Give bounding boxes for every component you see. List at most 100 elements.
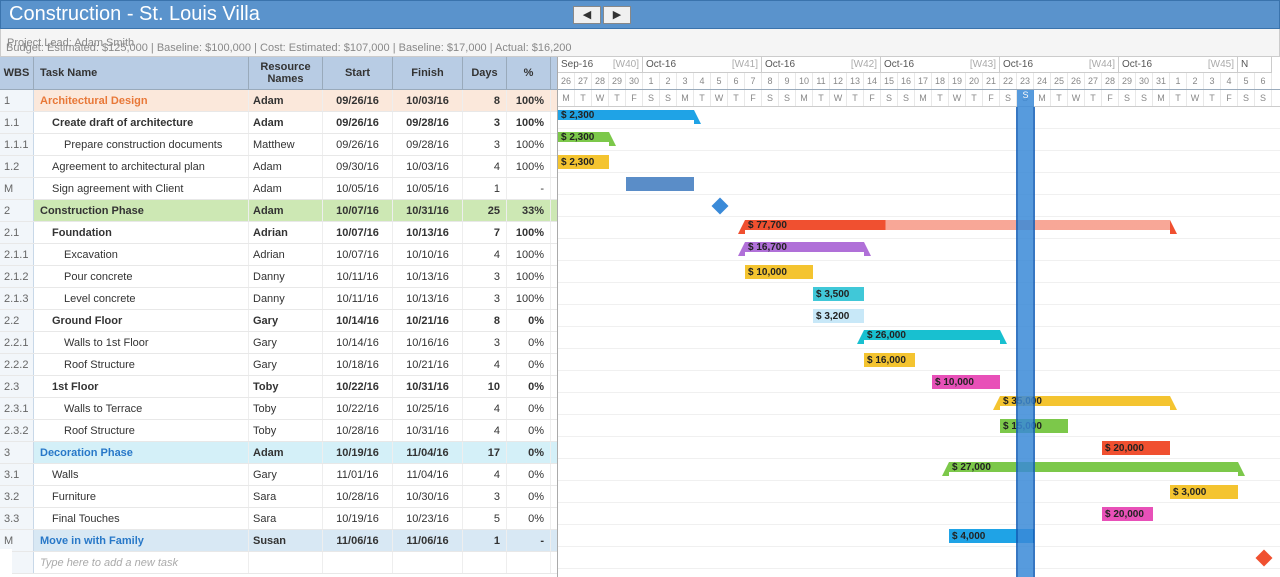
cell-days[interactable]: 7	[463, 222, 507, 243]
task-row[interactable]: 2.31st FloorToby10/22/1610/31/16100%	[0, 376, 557, 398]
cell-pct[interactable]: 100%	[507, 266, 551, 287]
task-row[interactable]: 2.3.2Roof StructureToby10/28/1610/31/164…	[0, 420, 557, 442]
cell-resource[interactable]: Toby	[249, 420, 323, 441]
col-wbs[interactable]: WBS	[0, 57, 34, 89]
cell-days[interactable]: 4	[463, 398, 507, 419]
cell-finish[interactable]: 10/10/16	[393, 244, 463, 265]
cell-finish[interactable]: 10/03/16	[393, 156, 463, 177]
cell-pct[interactable]: -	[507, 530, 551, 551]
gantt-task-bar[interactable]: $ 2,300	[558, 155, 609, 169]
cell-task-name[interactable]: Roof Structure	[34, 420, 249, 441]
cell-task-name[interactable]: Level concrete	[34, 288, 249, 309]
cell-start[interactable]: 10/18/16	[323, 354, 393, 375]
cell-pct[interactable]: 100%	[507, 222, 551, 243]
cell-task-name[interactable]: 1st Floor	[34, 376, 249, 397]
cell-start[interactable]: 09/26/16	[323, 90, 393, 111]
task-row[interactable]: 2.2.2Roof StructureGary10/18/1610/21/164…	[0, 354, 557, 376]
gantt-summary-bar[interactable]: $ 16,700	[745, 242, 864, 252]
col-finish[interactable]: Finish	[393, 57, 463, 89]
cell-task-name[interactable]: Walls to 1st Floor	[34, 332, 249, 353]
gantt-summary-bar[interactable]: $ 2,300	[558, 110, 694, 120]
gantt-summary-bar[interactable]: $ 26,000	[864, 330, 1000, 340]
cell-task-name[interactable]: Pour concrete	[34, 266, 249, 287]
cell-finish[interactable]: 09/28/16	[393, 112, 463, 133]
gantt-panel[interactable]: Sep-16[W40]Oct-16[W41]Oct-16[W42]Oct-16[…	[558, 57, 1280, 577]
cell-finish[interactable]: 10/21/16	[393, 310, 463, 331]
cell-task-name[interactable]: Decoration Phase	[34, 442, 249, 463]
cell-finish[interactable]: 11/04/16	[393, 464, 463, 485]
gantt-task-bar[interactable]: $ 4,000	[949, 529, 1034, 543]
cell-days[interactable]: 4	[463, 464, 507, 485]
cell-days[interactable]: 8	[463, 90, 507, 111]
cell-resource[interactable]: Adam	[249, 156, 323, 177]
cell-resource[interactable]: Gary	[249, 310, 323, 331]
prev-button[interactable]: ◀	[573, 6, 601, 24]
gantt-summary-bar[interactable]: $ 35,000	[1000, 396, 1170, 406]
cell-finish[interactable]: 10/25/16	[393, 398, 463, 419]
new-task-placeholder[interactable]: Type here to add a new task	[34, 552, 249, 573]
cell-pct[interactable]: -	[507, 178, 551, 199]
task-row[interactable]: 3.3Final TouchesSara10/19/1610/23/1650%	[0, 508, 557, 530]
col-start[interactable]: Start	[323, 57, 393, 89]
cell-pct[interactable]: 100%	[507, 288, 551, 309]
gantt-task-bar[interactable]: $ 3,000	[1170, 485, 1238, 499]
cell-pct[interactable]: 0%	[507, 376, 551, 397]
cell-days[interactable]: 1	[463, 530, 507, 551]
cell-resource[interactable]: Sara	[249, 508, 323, 529]
cell-resource[interactable]: Adam	[249, 442, 323, 463]
cell-start[interactable]: 10/07/16	[323, 200, 393, 221]
cell-resource[interactable]: Sara	[249, 486, 323, 507]
cell-finish[interactable]: 10/05/16	[393, 178, 463, 199]
cell-finish[interactable]: 11/06/16	[393, 530, 463, 551]
task-row[interactable]: 2.1.2Pour concreteDanny10/11/1610/13/163…	[0, 266, 557, 288]
cell-resource[interactable]: Adam	[249, 178, 323, 199]
cell-start[interactable]: 10/07/16	[323, 244, 393, 265]
cell-task-name[interactable]: Walls to Terrace	[34, 398, 249, 419]
gantt-summary-bar[interactable]: $ 27,000	[949, 462, 1238, 472]
task-row[interactable]: MSign agreement with ClientAdam10/05/161…	[0, 178, 557, 200]
cell-days[interactable]: 3	[463, 266, 507, 287]
col-days[interactable]: Days	[463, 57, 507, 89]
cell-resource[interactable]: Adam	[249, 90, 323, 111]
cell-finish[interactable]: 11/04/16	[393, 442, 463, 463]
cell-task-name[interactable]: Sign agreement with Client	[34, 178, 249, 199]
col-task-name[interactable]: Task Name	[34, 57, 249, 89]
cell-start[interactable]: 10/05/16	[323, 178, 393, 199]
gantt-task-bar[interactable]: $ 20,000	[1102, 441, 1170, 455]
gantt-milestone[interactable]	[1255, 550, 1272, 567]
cell-task-name[interactable]: Architectural Design	[34, 90, 249, 111]
cell-start[interactable]: 10/11/16	[323, 266, 393, 287]
cell-finish[interactable]: 09/28/16	[393, 134, 463, 155]
cell-task-name[interactable]: Final Touches	[34, 508, 249, 529]
cell-task-name[interactable]: Walls	[34, 464, 249, 485]
gantt-task-bar[interactable]: $ 10,000	[745, 265, 813, 279]
cell-days[interactable]: 8	[463, 310, 507, 331]
cell-finish[interactable]: 10/31/16	[393, 376, 463, 397]
cell-start[interactable]: 10/14/16	[323, 332, 393, 353]
cell-days[interactable]: 4	[463, 156, 507, 177]
cell-resource[interactable]: Adrian	[249, 244, 323, 265]
gantt-task-bar[interactable]: $ 15,000	[1000, 419, 1068, 433]
cell-start[interactable]: 09/30/16	[323, 156, 393, 177]
next-button[interactable]: ▶	[603, 6, 631, 24]
gantt-summary-bar[interactable]: $ 2,300	[558, 132, 609, 142]
cell-pct[interactable]: 100%	[507, 244, 551, 265]
task-row[interactable]: 2.2.1Walls to 1st FloorGary10/14/1610/16…	[0, 332, 557, 354]
cell-pct[interactable]: 0%	[507, 486, 551, 507]
cell-days[interactable]: 10	[463, 376, 507, 397]
cell-start[interactable]: 11/01/16	[323, 464, 393, 485]
task-row[interactable]: 2.3.1Walls to TerraceToby10/22/1610/25/1…	[0, 398, 557, 420]
cell-resource[interactable]: Gary	[249, 354, 323, 375]
cell-pct[interactable]: 100%	[507, 156, 551, 177]
cell-days[interactable]: 3	[463, 332, 507, 353]
cell-start[interactable]: 10/22/16	[323, 376, 393, 397]
cell-days[interactable]: 3	[463, 134, 507, 155]
cell-days[interactable]: 3	[463, 288, 507, 309]
cell-resource[interactable]: Gary	[249, 464, 323, 485]
cell-days[interactable]: 17	[463, 442, 507, 463]
task-row[interactable]: 3.2FurnitureSara10/28/1610/30/1630%	[0, 486, 557, 508]
cell-resource[interactable]: Adam	[249, 112, 323, 133]
task-row[interactable]: 1.2Agreement to architectural planAdam09…	[0, 156, 557, 178]
cell-pct[interactable]: 100%	[507, 90, 551, 111]
cell-pct[interactable]: 0%	[507, 420, 551, 441]
